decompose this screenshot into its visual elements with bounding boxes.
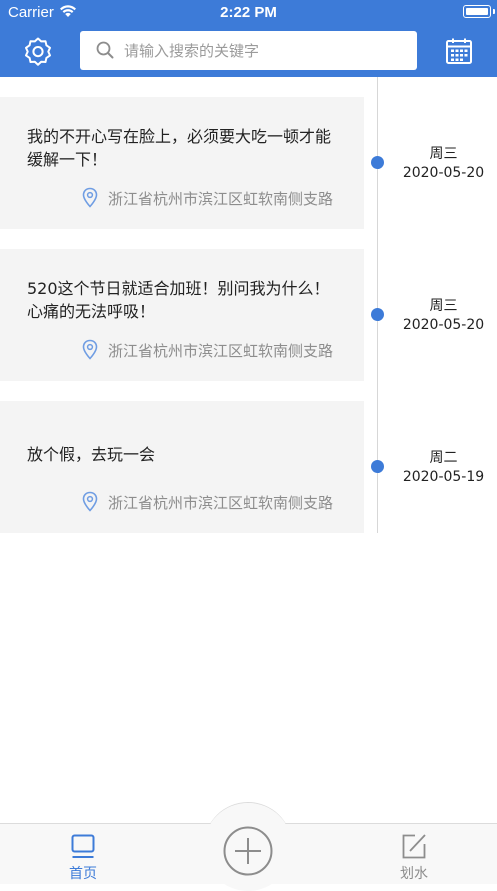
entry-date: 周三 2020-05-20 (392, 297, 495, 335)
battery-icon (463, 5, 491, 18)
entry-date-value: 2020-05-19 (402, 469, 485, 485)
entry-date-value: 2020-05-20 (402, 165, 485, 181)
diary-text: 放个假，去玩一会 (27, 445, 156, 464)
tab-slack[interactable]: 划水 (386, 830, 442, 882)
tab-home-label: 首页 (69, 866, 97, 882)
search-icon (96, 41, 114, 59)
status-bar: Carrier 2:22 PM (0, 0, 497, 26)
add-entry-button[interactable] (223, 826, 273, 876)
location-text: 浙江省杭州市滨江区虹软南侧支路 (108, 494, 334, 512)
diary-text: 我的不开心写在脸上，必须要大吃一顿才能缓解一下！ (27, 127, 332, 169)
timeline-dot (371, 460, 384, 473)
diary-card[interactable]: 我的不开心写在脸上，必须要大吃一顿才能缓解一下！ 浙江省杭州市滨江区虹软南侧支路 (0, 97, 364, 229)
tab-slack-label: 划水 (400, 866, 428, 882)
app-header: Carrier 2:22 PM 请输入搜索的关键字 (0, 0, 497, 77)
diary-card[interactable]: 放个假，去玩一会 浙江省杭州市滨江区虹软南侧支路 (0, 401, 364, 533)
gear-icon (25, 37, 51, 66)
location-pin-icon (82, 187, 98, 208)
settings-button[interactable] (23, 36, 53, 66)
entry-weekday: 周二 (429, 450, 458, 466)
battery-cap (493, 9, 495, 14)
calendar-icon (446, 38, 472, 64)
timeline-dot (371, 156, 384, 169)
status-time: 2:22 PM (220, 4, 277, 21)
entry-date: 周三 2020-05-20 (392, 145, 495, 183)
diary-text: 520这个节日就适合加班！别问我为什么！心痛的无法呼吸！ (27, 279, 330, 321)
timeline-dot (371, 308, 384, 321)
search-placeholder: 请输入搜索的关键字 (124, 42, 260, 60)
tab-home[interactable]: 首页 (55, 830, 111, 882)
diary-card[interactable]: 520这个节日就适合加班！别问我为什么！心痛的无法呼吸！ 浙江省杭州市滨江区虹软… (0, 249, 364, 381)
home-tab-icon (71, 834, 95, 858)
entry-weekday: 周三 (429, 298, 458, 314)
entry-weekday: 周三 (429, 146, 458, 162)
location-pin-icon (82, 491, 98, 512)
entry-date: 周二 2020-05-19 (392, 449, 495, 487)
location-text: 浙江省杭州市滨江区虹软南侧支路 (108, 342, 334, 360)
edit-tab-icon (402, 834, 426, 859)
location-text: 浙江省杭州市滨江区虹软南侧支路 (108, 190, 334, 208)
search-input[interactable]: 请输入搜索的关键字 (80, 31, 417, 70)
plus-circle-icon (223, 826, 273, 876)
entry-date-value: 2020-05-20 (402, 317, 485, 333)
location-pin-icon (82, 339, 98, 360)
calendar-button[interactable] (444, 36, 474, 66)
